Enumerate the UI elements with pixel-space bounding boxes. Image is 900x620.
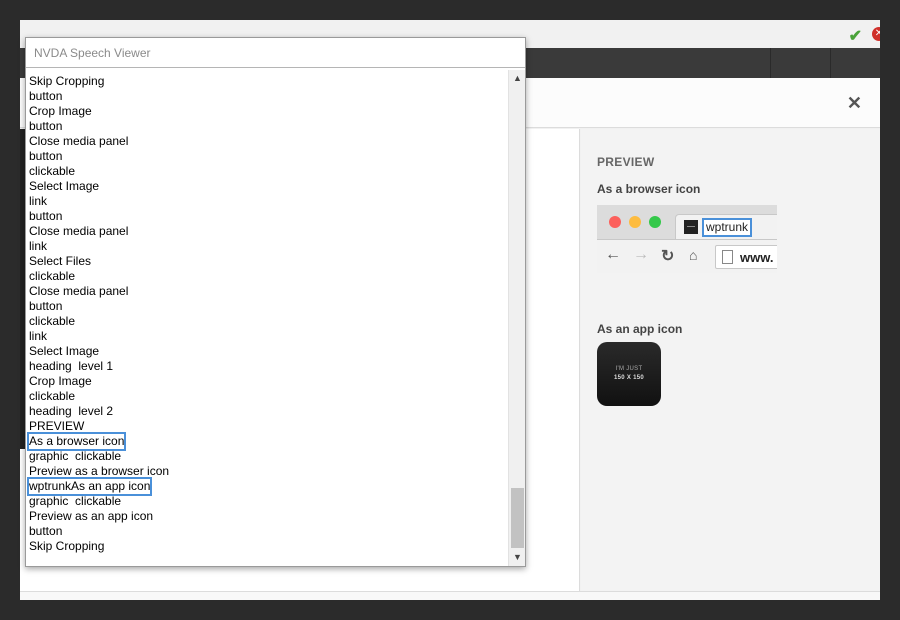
speech-log-line: button (29, 89, 63, 103)
app-icon-text-top: I'M JUST (615, 366, 643, 372)
speech-log-line: heading level 1 (29, 359, 114, 373)
speech-log-line: Skip Cropping (29, 539, 105, 553)
admin-bar-divider (770, 48, 771, 78)
speech-log-line: wptrunkAs an app icon (26, 477, 153, 496)
speech-log-line: button (29, 119, 63, 133)
page-icon (722, 250, 733, 264)
browser-icon-heading: As a browser icon (597, 182, 701, 196)
speech-log-line: link (29, 239, 48, 253)
speech-log-scrollbar[interactable]: ▲ ▼ (508, 70, 525, 566)
back-arrow-icon: ← (605, 246, 621, 263)
speech-viewer-titlebar[interactable]: NVDA Speech Viewer (26, 38, 525, 68)
browser-toolbar: ← → ↻ ⌂ www. (597, 239, 777, 273)
speech-log-line: Preview as a browser icon (29, 464, 170, 478)
tab-title: wptrunk (702, 218, 753, 237)
close-icon[interactable]: ✕ (847, 93, 862, 114)
checkmark-icon: ✔ (848, 28, 862, 45)
speech-log-line: link (29, 194, 48, 208)
home-icon: ⌂ (689, 247, 698, 263)
browser-tab: wptrunk (675, 214, 777, 240)
speech-log-line: button (29, 299, 63, 313)
speech-log-line: Crop Image (29, 374, 92, 388)
preview-sidebar: PREVIEW As a browser icon wptrunk ← → ↻ … (581, 129, 880, 591)
scroll-down-icon[interactable]: ▼ (509, 549, 526, 566)
close-dot-icon (609, 216, 621, 228)
admin-bar-divider (830, 48, 831, 78)
speech-log-line: Close media panel (29, 224, 129, 238)
speech-log-line: Crop Image (29, 104, 92, 118)
speech-log-line: button (29, 209, 63, 223)
scroll-up-icon[interactable]: ▲ (509, 70, 526, 87)
url-text: www. (740, 250, 774, 265)
speech-log-line: button (29, 524, 63, 538)
app-icon-preview[interactable]: I'M JUST 150 X 150 (597, 342, 661, 406)
speech-log-line: link (29, 329, 48, 343)
speech-log-line: Select Image (29, 344, 100, 358)
scroll-thumb[interactable] (511, 488, 524, 548)
speech-log-line: Close media panel (29, 284, 129, 298)
address-bar: www. (715, 245, 777, 269)
maximize-dot-icon (649, 216, 661, 228)
speech-log-line: clickable (29, 389, 76, 403)
speech-log-line: Preview as an app icon (29, 509, 154, 523)
browser-icon-preview[interactable]: wptrunk ← → ↻ ⌂ www. (597, 205, 777, 273)
speech-log-line: clickable (29, 164, 76, 178)
speech-log-line: Select Files (29, 254, 92, 268)
speech-log-line: heading level 2 (29, 404, 114, 418)
browser-tab-strip: wptrunk (597, 205, 777, 240)
preview-heading: PREVIEW (597, 155, 655, 169)
favicon-icon (684, 220, 698, 234)
speech-log-line: As a browser icon (26, 432, 127, 451)
app-icon-text-bottom: 150 X 150 (613, 375, 645, 381)
speech-log-line: Close media panel (29, 134, 129, 148)
speech-log-line: clickable (29, 314, 76, 328)
reload-icon: ↻ (661, 248, 675, 265)
speech-viewer-window: NVDA Speech Viewer Skip Cropping button Cr… (25, 37, 526, 567)
error-icon: ✕ (872, 27, 880, 41)
speech-log-line: Select Image (29, 179, 100, 193)
speech-log[interactable]: Skip Cropping button Crop Image button Close… (26, 70, 508, 566)
speech-log-line: graphic clickable (29, 494, 122, 508)
speech-log-line: graphic clickable (29, 449, 122, 463)
forward-arrow-icon: → (633, 246, 649, 263)
speech-log-line: button (29, 149, 63, 163)
minimize-dot-icon (629, 216, 641, 228)
speech-log-line: clickable (29, 269, 76, 283)
speech-log-line: Skip Cropping (29, 74, 105, 88)
app-icon-heading: As an app icon (597, 322, 683, 336)
speech-viewer-title: NVDA Speech Viewer (34, 46, 151, 60)
speech-log-line: PREVIEW (29, 419, 85, 433)
modal-footer (20, 591, 880, 600)
